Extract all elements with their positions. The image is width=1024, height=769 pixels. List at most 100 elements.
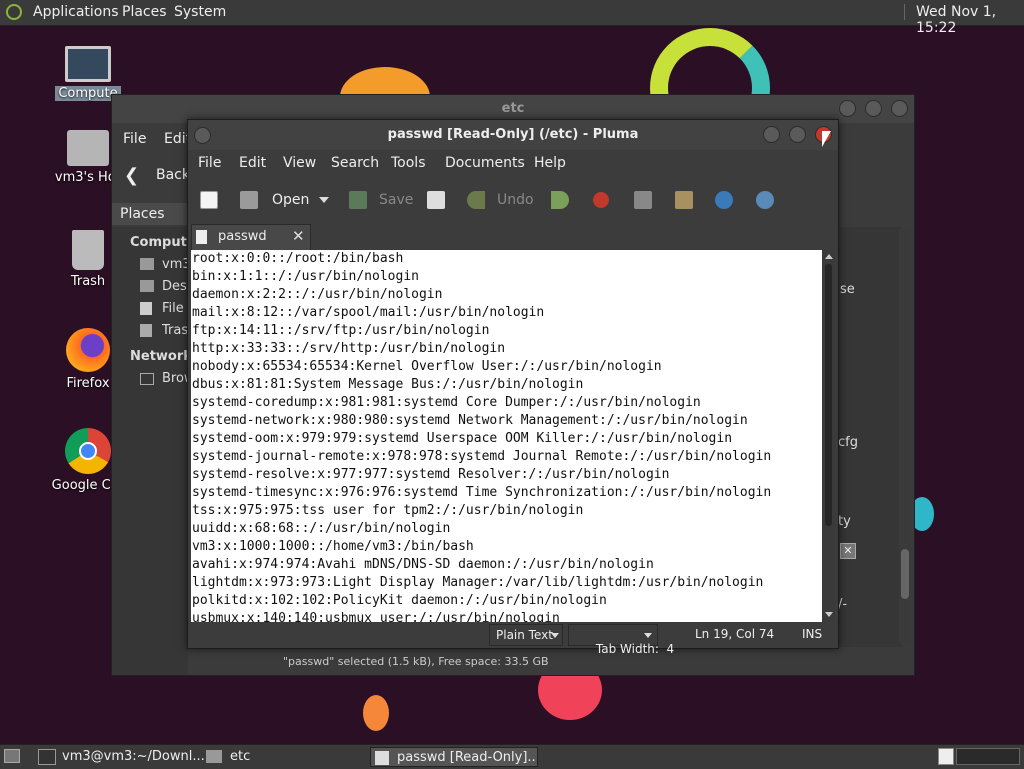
chevron-down-icon (551, 633, 559, 638)
scroll-down-icon[interactable] (825, 612, 833, 617)
print-icon (427, 191, 445, 209)
show-desktop-icon[interactable] (4, 749, 20, 763)
new-document-button[interactable] (200, 187, 218, 213)
editor-line: lightdm:x:973:973:Light Display Manager:… (192, 575, 764, 590)
redo-button[interactable] (551, 187, 569, 213)
insert-mode: INS (802, 627, 823, 641)
sidebar-item-desktop[interactable]: Des (162, 279, 187, 294)
system-menu[interactable]: System (174, 4, 226, 20)
sidebar-heading-computer: Compute (130, 235, 196, 250)
print-button[interactable] (427, 187, 445, 213)
pluma-window: passwd [Read-Only] (/etc) - Pluma File E… (187, 119, 839, 656)
editor-line: usbmux:x:140:140:usbmux user:/:/usr/bin/… (192, 611, 560, 622)
pluma-statusbar: Plain Text Tab Width: 4 Ln 19, Col 74 IN… (188, 623, 838, 656)
menu-search[interactable]: Search (331, 155, 379, 171)
scroll-up-icon[interactable] (825, 254, 833, 259)
back-button[interactable]: Back (156, 167, 190, 183)
terminal-icon (38, 748, 56, 765)
undo-icon (467, 191, 485, 209)
taskbar-item-terminal[interactable]: vm3@vm3:~/Downl... (34, 747, 204, 767)
menu-documents[interactable]: Documents (445, 155, 525, 171)
maximize-button[interactable] (789, 126, 806, 143)
sidebar-item-filesystem[interactable]: File (162, 301, 184, 316)
file-label[interactable]: ty (838, 514, 851, 529)
editor-line: systemd-journal-remote:x:978:978:systemd… (192, 449, 772, 464)
file-icon: ✕ (840, 543, 856, 559)
sidebar-item-trash[interactable]: Tras (162, 323, 188, 338)
scrollbar-thumb[interactable] (825, 264, 832, 526)
save-button[interactable]: Save (349, 187, 413, 213)
undo-button[interactable]: Undo (467, 187, 534, 213)
desktop-icon (140, 280, 154, 292)
minimize-button[interactable] (839, 100, 856, 117)
places-menu[interactable]: Places (122, 4, 167, 20)
clock[interactable]: Wed Nov 1, 15:22 (916, 4, 1024, 36)
maximize-button[interactable] (865, 100, 882, 117)
file-label[interactable]: se (840, 282, 855, 297)
new-document-icon (200, 191, 218, 209)
save-icon (349, 191, 367, 209)
editor-line: uuidd:x:68:68::/:/usr/bin/nologin (192, 521, 451, 536)
file-label[interactable]: /- (838, 597, 847, 612)
menu-edit[interactable]: Edit (239, 155, 266, 171)
computer-icon (65, 46, 111, 82)
editor-line: root:x:0:0::/root:/bin/bash (192, 251, 404, 266)
menu-tools[interactable]: Tools (391, 155, 426, 171)
sidebar-heading-network: Network (130, 349, 192, 364)
pluma-titlebar[interactable]: passwd [Read-Only] (/etc) - Pluma (188, 120, 838, 150)
tab-passwd[interactable]: passwd ✕ (191, 224, 311, 250)
text-editor-icon (375, 750, 389, 765)
bottom-panel: vm3@vm3:~/Downl... etc passwd [Read-Only… (0, 744, 1024, 769)
text-file-icon (196, 230, 207, 244)
back-arrow-icon: ❮ (124, 165, 140, 186)
places-selector[interactable]: Places (112, 203, 188, 225)
find-replace-icon (756, 191, 774, 209)
editor-line: vm3:x:1000:1000::/home/vm3:/bin/bash (192, 539, 474, 554)
editor-line: tss:x:975:975:tss user for tpm2:/:/usr/b… (192, 503, 584, 518)
menu-help[interactable]: Help (534, 155, 566, 171)
cut-button[interactable] (593, 187, 609, 213)
taskbar-item-files[interactable]: etc (204, 747, 364, 767)
workspace-switcher[interactable] (956, 748, 1020, 765)
editor-line: systemd-oom:x:979:979:systemd Userspace … (192, 431, 733, 446)
close-button[interactable] (891, 100, 908, 117)
menu-view[interactable]: View (283, 155, 316, 171)
editor-line: systemd-resolve:x:977:977:systemd Resolv… (192, 467, 670, 482)
open-button[interactable]: Open (240, 187, 309, 213)
magnifier-icon (715, 191, 733, 209)
replace-button[interactable] (756, 187, 774, 213)
mate-logo-icon[interactable] (6, 4, 22, 20)
editor-line: avahi:x:974:974:Avahi mDNS/DNS-SD daemon… (192, 557, 654, 572)
fm-sidebar: Compute vm3 Des File Tras Network Brow (112, 227, 196, 675)
editor-scrollbar[interactable] (822, 250, 835, 622)
editor-line: daemon:x:2:2::/:/usr/bin/nologin (192, 287, 443, 302)
fm-menu-file[interactable]: File (123, 131, 146, 147)
applications-menu[interactable]: Applications (33, 4, 119, 20)
copy-button[interactable] (634, 187, 652, 213)
home-folder-icon (67, 130, 109, 166)
editor-line: ftp:x:14:11::/srv/ftp:/usr/bin/nologin (192, 323, 490, 338)
fm-scrollbar[interactable] (899, 229, 911, 643)
chevron-down-icon (319, 197, 329, 203)
text-editor[interactable]: root:x:0:0::/root:/bin/bashbin:x:1:1::/:… (191, 250, 825, 622)
minimize-button[interactable] (763, 126, 780, 143)
open-recent-dropdown[interactable] (319, 187, 329, 213)
scissors-icon (593, 192, 609, 208)
folder-icon (206, 750, 222, 763)
editor-line: systemd-timesync:x:976:976:systemd Time … (192, 485, 772, 500)
taskbar-item-pluma[interactable]: passwd [Read-Only]... (370, 747, 538, 767)
window-menu-button[interactable] (194, 127, 211, 144)
desktop-icon-computer[interactable]: Compute (48, 46, 128, 101)
top-panel: Applications Places System Wed Nov 1, 15… (0, 0, 1024, 36)
paste-button[interactable] (675, 187, 693, 213)
find-button[interactable] (715, 187, 733, 213)
editor-line: dbus:x:81:81:System Message Bus:/:/usr/b… (192, 377, 584, 392)
file-label[interactable]: cfg (838, 435, 858, 450)
editor-line: bin:x:1:1::/:/usr/bin/nologin (192, 269, 419, 284)
menu-file[interactable]: File (198, 155, 221, 171)
firefox-icon (66, 328, 110, 372)
editor-lines: root:x:0:0::/root:/bin/bashbin:x:1:1::/:… (192, 250, 771, 622)
workspace-switcher[interactable] (938, 748, 954, 765)
wallpaper-blob (363, 695, 389, 731)
close-tab-icon[interactable]: ✕ (292, 227, 305, 245)
